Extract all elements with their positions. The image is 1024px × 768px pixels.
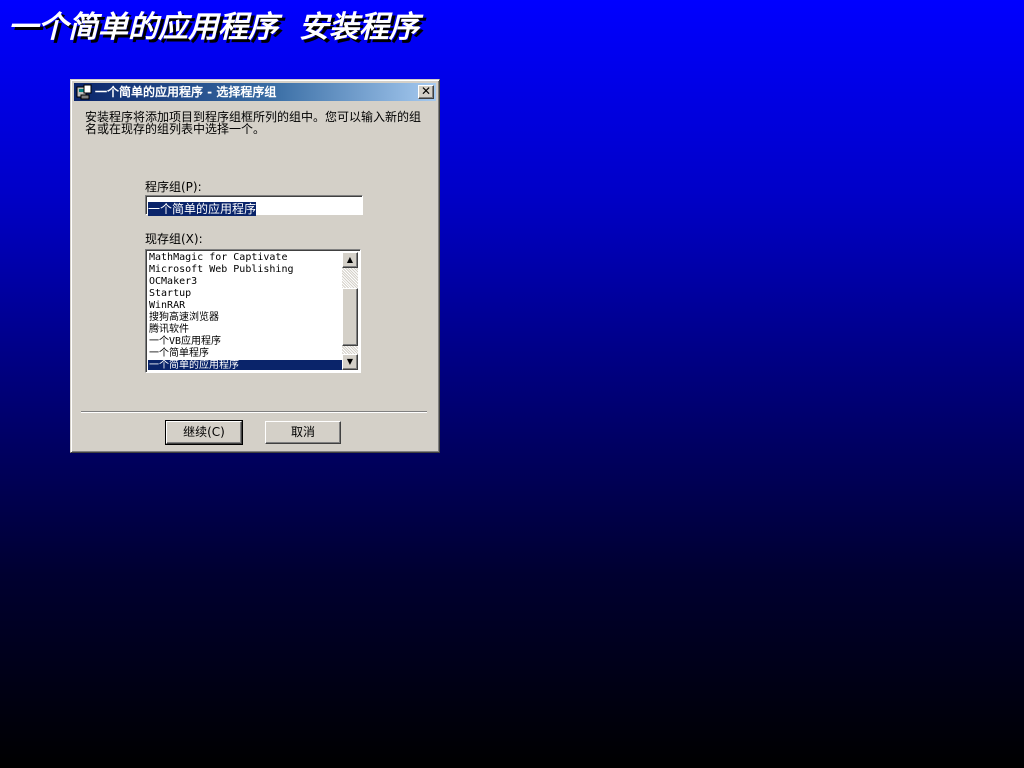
- list-item[interactable]: 一个简单程序: [148, 348, 342, 360]
- cancel-button[interactable]: 取消: [265, 421, 341, 444]
- list-item[interactable]: WinRAR: [148, 300, 342, 312]
- close-icon[interactable]: ✕: [418, 85, 434, 99]
- program-group-value[interactable]: 一个简单的应用程序: [148, 202, 257, 216]
- scrollbar-thumb[interactable]: [342, 288, 358, 346]
- continue-button[interactable]: 继续(C): [165, 420, 243, 445]
- dialog-description: 安装程序将添加项目到程序组框所列的组中。您可以输入新的组名或在现存的组列表中选择…: [85, 110, 422, 136]
- program-group-input[interactable]: 一个简单的应用程序: [145, 195, 363, 216]
- list-item[interactable]: MathMagic for Captivate: [148, 252, 342, 264]
- list-item[interactable]: 搜狗高速浏览器: [148, 312, 342, 324]
- list-item[interactable]: 一个简单的应用程序: [148, 360, 342, 370]
- list-item[interactable]: 腾讯软件: [148, 324, 342, 336]
- select-program-group-dialog: 一个简单的应用程序 - 选择程序组 ✕ 安装程序将添加项目到程序组框所列的组中。…: [70, 79, 440, 453]
- dialog-title: 一个简单的应用程序 - 选择程序组: [95, 85, 277, 99]
- dialog-separator: [81, 411, 427, 413]
- existing-groups-items: MathMagic for Captivate Microsoft Web Pub…: [148, 252, 342, 370]
- existing-groups-list[interactable]: MathMagic for Captivate Microsoft Web Pub…: [145, 249, 361, 373]
- setup-title: 一个简单的应用程序 安装程序: [8, 10, 419, 45]
- existing-groups-label: 现存组(X):: [145, 232, 203, 246]
- list-item[interactable]: OCMaker3: [148, 276, 342, 288]
- dialog-titlebar[interactable]: 一个简单的应用程序 - 选择程序组 ✕: [74, 83, 436, 101]
- list-item[interactable]: Startup: [148, 288, 342, 300]
- scroll-down-icon[interactable]: ▼: [342, 354, 358, 370]
- scroll-up-icon[interactable]: ▲: [342, 252, 358, 268]
- setup-icon: [76, 84, 92, 100]
- list-item[interactable]: Microsoft Web Publishing: [148, 264, 342, 276]
- program-group-label: 程序组(P):: [145, 180, 202, 194]
- list-item[interactable]: 一个VB应用程序: [148, 336, 342, 348]
- list-scrollbar[interactable]: ▲ ▼: [342, 252, 358, 370]
